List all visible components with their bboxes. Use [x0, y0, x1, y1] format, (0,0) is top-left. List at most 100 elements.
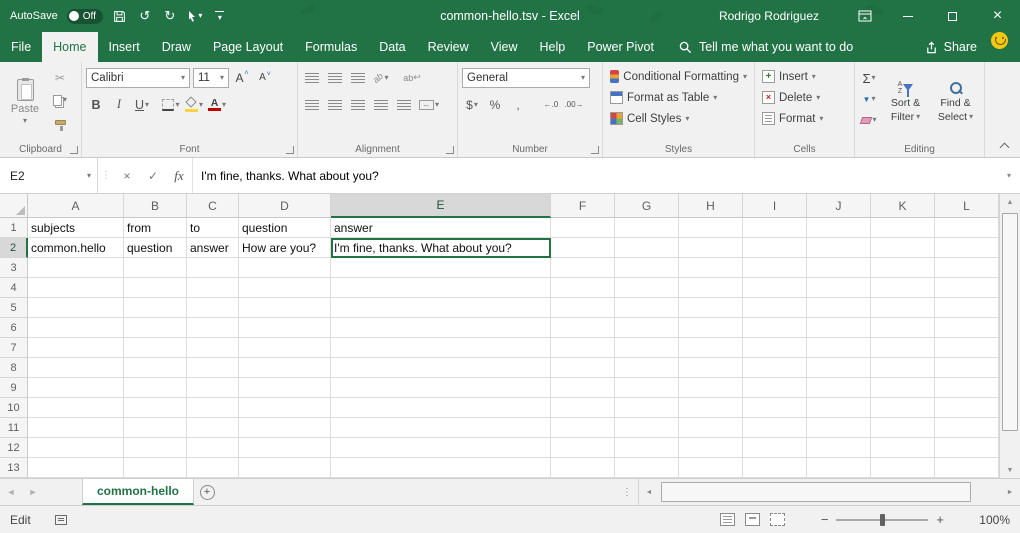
cell-A13[interactable] [28, 458, 124, 478]
cell-C3[interactable] [187, 258, 239, 278]
cell-D7[interactable] [239, 338, 331, 358]
cell-H12[interactable] [679, 438, 743, 458]
cell-J3[interactable] [807, 258, 871, 278]
user-name[interactable]: Rodrigo Rodriguez [719, 9, 819, 23]
cell-B6[interactable] [124, 318, 187, 338]
enter-button[interactable]: ✓ [140, 158, 166, 193]
cell-H2[interactable] [679, 238, 743, 258]
cell-K10[interactable] [871, 398, 935, 418]
cell-H13[interactable] [679, 458, 743, 478]
cell-J11[interactable] [807, 418, 871, 438]
comma-style-button[interactable]: , [508, 95, 528, 115]
cell-E11[interactable] [331, 418, 551, 438]
cell-J4[interactable] [807, 278, 871, 298]
cell-K1[interactable] [871, 218, 935, 238]
column-header-F[interactable]: F [551, 194, 615, 218]
cell-C2[interactable]: answer [187, 238, 239, 258]
align-left-button[interactable] [302, 95, 322, 115]
normal-view-button[interactable] [720, 513, 735, 526]
cell-I9[interactable] [743, 378, 807, 398]
row-header-2[interactable]: 2 [0, 238, 28, 258]
cell-D8[interactable] [239, 358, 331, 378]
column-header-A[interactable]: A [28, 194, 124, 218]
minimize-button[interactable] [885, 0, 930, 32]
fill-button[interactable]: ▼▾ [859, 89, 879, 109]
cell-D9[interactable] [239, 378, 331, 398]
cell-F13[interactable] [551, 458, 615, 478]
cell-A6[interactable] [28, 318, 124, 338]
scroll-right-button[interactable]: ► [1000, 479, 1020, 505]
row-header-6[interactable]: 6 [0, 318, 28, 338]
align-bottom-button[interactable] [348, 68, 368, 88]
number-dialog-launcher[interactable] [591, 146, 599, 154]
zoom-slider-thumb[interactable] [880, 514, 885, 526]
cell-I7[interactable] [743, 338, 807, 358]
cell-H10[interactable] [679, 398, 743, 418]
increase-decimal-button[interactable]: ←.0 [541, 95, 561, 115]
cell-L13[interactable] [935, 458, 999, 478]
borders-button[interactable]: ▾ [161, 95, 181, 115]
number-format-combo[interactable]: General ▾ [462, 68, 590, 88]
column-header-G[interactable]: G [615, 194, 679, 218]
cell-F7[interactable] [551, 338, 615, 358]
cell-B11[interactable] [124, 418, 187, 438]
cell-F8[interactable] [551, 358, 615, 378]
cell-L1[interactable] [935, 218, 999, 238]
insert-function-button[interactable]: fx [166, 158, 192, 193]
cell-C7[interactable] [187, 338, 239, 358]
tab-formulas[interactable]: Formulas [294, 32, 368, 62]
merge-center-button[interactable]: ↔▾ [419, 95, 439, 115]
cell-H4[interactable] [679, 278, 743, 298]
cell-G7[interactable] [615, 338, 679, 358]
cell-C10[interactable] [187, 398, 239, 418]
cell-K4[interactable] [871, 278, 935, 298]
cell-A4[interactable] [28, 278, 124, 298]
maximize-button[interactable] [930, 0, 975, 32]
format-as-table-button[interactable]: Format as Table ▾ [607, 87, 750, 108]
cell-A10[interactable] [28, 398, 124, 418]
cell-B7[interactable] [124, 338, 187, 358]
tab-review[interactable]: Review [417, 32, 480, 62]
paste-button[interactable]: Paste ▾ [4, 66, 46, 138]
cell-B3[interactable] [124, 258, 187, 278]
undo-button[interactable]: ↺ [137, 5, 153, 27]
tab-home[interactable]: Home [42, 32, 97, 62]
cell-H3[interactable] [679, 258, 743, 278]
column-header-D[interactable]: D [239, 194, 331, 218]
find-select-button[interactable]: Find & Select▾ [932, 66, 979, 138]
cell-J8[interactable] [807, 358, 871, 378]
cell-H8[interactable] [679, 358, 743, 378]
formula-bar-drag-handle[interactable]: ⋮ [98, 158, 114, 193]
cell-L10[interactable] [935, 398, 999, 418]
cell-I5[interactable] [743, 298, 807, 318]
sheet-nav-left-button[interactable]: ◄ [0, 479, 22, 505]
cell-I12[interactable] [743, 438, 807, 458]
ribbon-display-options-button[interactable] [845, 0, 885, 32]
cell-L7[interactable] [935, 338, 999, 358]
font-color-button[interactable]: A ▾ [207, 95, 227, 115]
column-header-L[interactable]: L [935, 194, 999, 218]
cell-L3[interactable] [935, 258, 999, 278]
cell-L12[interactable] [935, 438, 999, 458]
increase-font-size-button[interactable]: A˄ [232, 68, 252, 88]
formula-input[interactable]: I'm fine, thanks. What about you? [192, 158, 998, 193]
cell-K9[interactable] [871, 378, 935, 398]
cell-F10[interactable] [551, 398, 615, 418]
cell-J9[interactable] [807, 378, 871, 398]
vertical-scrollbar[interactable]: ▲ ▼ [999, 194, 1020, 478]
insert-cells-button[interactable]: + Insert ▾ [759, 66, 850, 87]
cell-D13[interactable] [239, 458, 331, 478]
row-header-12[interactable]: 12 [0, 438, 28, 458]
italic-button[interactable]: I [109, 95, 129, 115]
format-painter-button[interactable] [50, 112, 70, 132]
cell-H6[interactable] [679, 318, 743, 338]
page-layout-view-button[interactable] [745, 513, 760, 526]
cell-C4[interactable] [187, 278, 239, 298]
macro-recording-icon[interactable] [55, 515, 67, 525]
tab-data[interactable]: Data [368, 32, 416, 62]
cell-E13[interactable] [331, 458, 551, 478]
cell-H11[interactable] [679, 418, 743, 438]
cell-A12[interactable] [28, 438, 124, 458]
cell-F2[interactable] [551, 238, 615, 258]
cell-C5[interactable] [187, 298, 239, 318]
